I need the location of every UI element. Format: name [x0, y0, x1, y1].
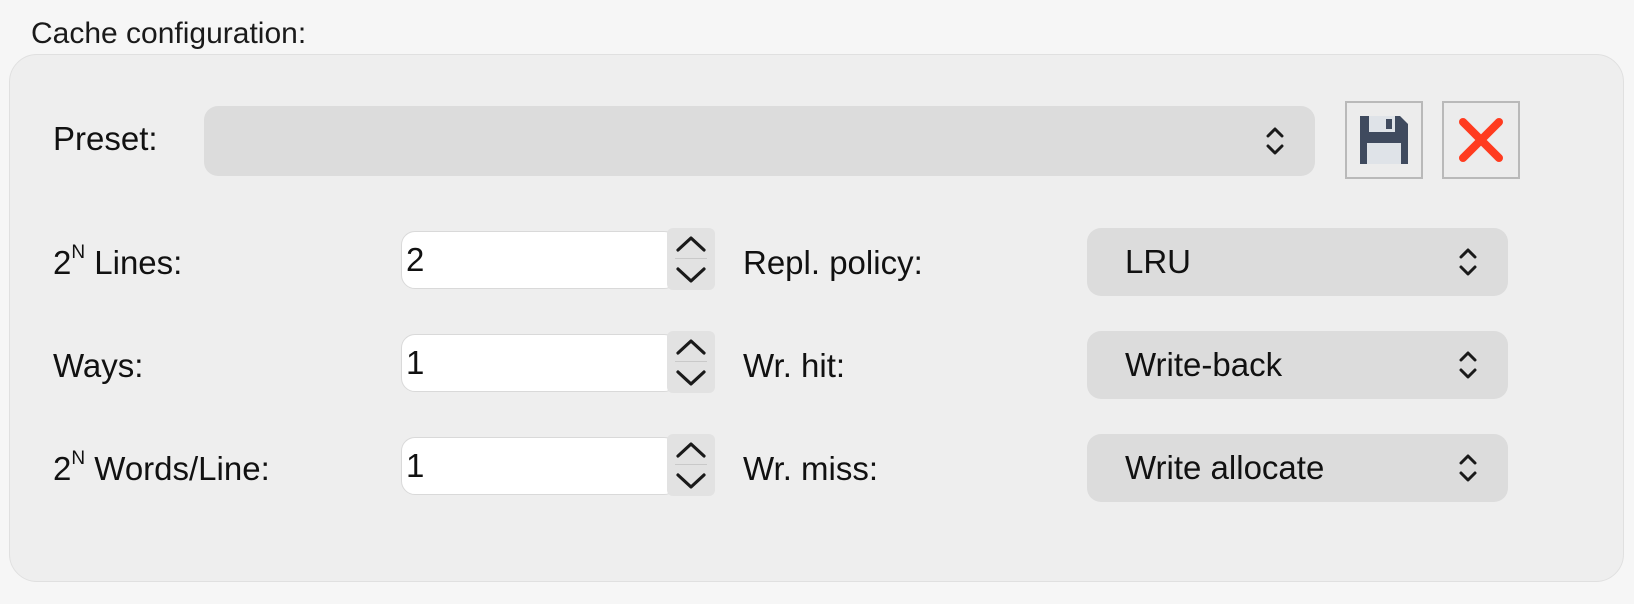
updown-chevron-icon [1459, 248, 1477, 276]
ways-value: 1 [406, 344, 425, 381]
chevron-up-icon [676, 235, 706, 252]
chevron-down-icon [676, 472, 706, 489]
ways-stepper [667, 331, 715, 393]
lines-stepper [667, 228, 715, 290]
remove-preset-button[interactable] [1442, 101, 1520, 179]
words-per-line-stepper [667, 434, 715, 496]
repl-policy-label: Repl. policy: [743, 244, 923, 281]
words-per-line-label: 2N Words/Line: [53, 448, 270, 487]
save-preset-button[interactable] [1345, 101, 1423, 179]
chevron-down-icon [676, 266, 706, 283]
words-per-line-increment-button[interactable] [667, 434, 715, 465]
write-miss-select[interactable]: Write allocate [1087, 434, 1508, 502]
ways-spinbox-input[interactable]: 1 [401, 334, 678, 392]
chevron-up-icon [676, 441, 706, 458]
cache-configuration-title: Cache configuration: [31, 17, 307, 50]
ways-decrement-button[interactable] [667, 362, 715, 393]
words-per-line-spinbox-input[interactable]: 1 [401, 437, 678, 495]
preset-label: Preset: [53, 120, 158, 157]
preset-select[interactable] [204, 106, 1315, 176]
write-hit-select[interactable]: Write-back [1087, 331, 1508, 399]
updown-chevron-icon [1459, 454, 1477, 482]
repl-policy-select[interactable]: LRU [1087, 228, 1508, 296]
updown-chevron-icon [1459, 351, 1477, 379]
chevron-up-icon [676, 338, 706, 355]
write-miss-selected-value: Write allocate [1125, 449, 1325, 486]
updown-chevron-icon [1266, 127, 1284, 155]
write-miss-label: Wr. miss: [743, 450, 879, 487]
lines-label: 2N Lines: [53, 242, 183, 281]
words-per-line-decrement-button[interactable] [667, 465, 715, 496]
lines-decrement-button[interactable] [667, 259, 715, 290]
ways-increment-button[interactable] [667, 331, 715, 362]
write-hit-selected-value: Write-back [1125, 346, 1283, 383]
lines-value: 2 [406, 241, 425, 278]
lines-spinbox-input[interactable]: 2 [401, 231, 678, 289]
words-per-line-value: 1 [406, 447, 425, 484]
lines-increment-button[interactable] [667, 228, 715, 259]
ways-label: Ways: [53, 347, 144, 384]
chevron-down-icon [676, 369, 706, 386]
write-hit-label: Wr. hit: [743, 347, 846, 384]
repl-policy-selected-value: LRU [1125, 243, 1192, 280]
floppy-disk-icon [1360, 116, 1408, 164]
red-x-icon [1459, 118, 1503, 162]
